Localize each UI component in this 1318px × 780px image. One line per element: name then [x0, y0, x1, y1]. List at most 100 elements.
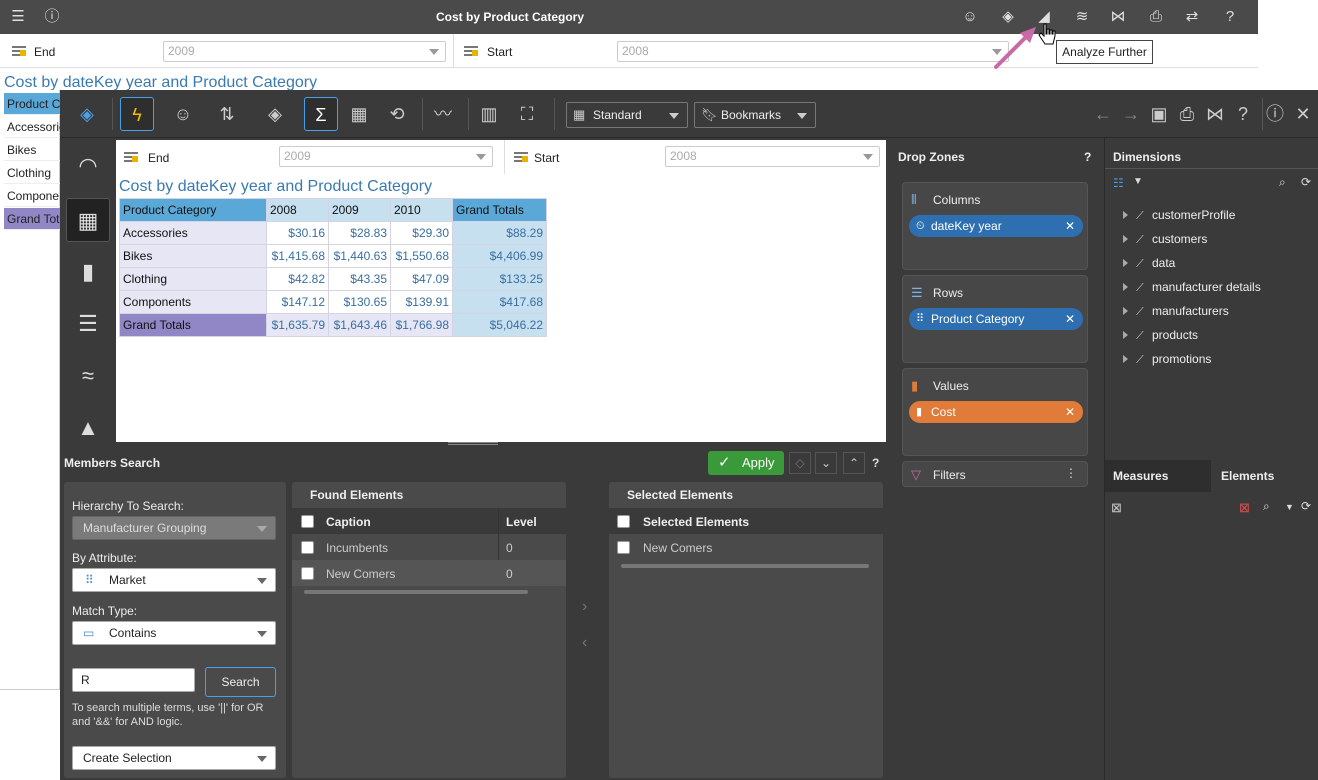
grid-row-label[interactable]: Bikes [119, 244, 267, 268]
horizontal-scrollbar[interactable] [304, 590, 528, 594]
forward-icon[interactable]: → [1116, 97, 1146, 131]
grid-cell[interactable]: $147.12 [266, 290, 329, 314]
dimension-item[interactable]: ⟋ manufacturers [1123, 304, 1229, 319]
grid-cell[interactable]: $42.82 [266, 267, 329, 291]
column-chart-icon[interactable]: ▮ [66, 250, 110, 294]
grid-icon[interactable]: ▦ [342, 97, 376, 131]
grid-total-cell[interactable]: $88.29 [452, 221, 547, 245]
row-checkbox[interactable] [301, 541, 314, 554]
dimension-pill[interactable]: ⠿ Product Category ✕ [909, 308, 1083, 330]
search-button[interactable]: Search [205, 667, 276, 697]
chevron-down-icon[interactable]: ⌄ [815, 452, 837, 474]
remove-icon[interactable]: ✕ [1065, 308, 1075, 330]
chevron-up-icon[interactable]: ⌃ [843, 452, 865, 474]
grid-cell[interactable]: $1,635.79 [266, 313, 329, 337]
filter-end-combo[interactable]: 2009 [163, 41, 446, 62]
grid-cell[interactable]: $30.16 [266, 221, 329, 245]
bar-chart-icon[interactable]: ☰ [66, 302, 110, 346]
refresh-icon[interactable]: ⟳ [1301, 499, 1311, 513]
remove-icon[interactable]: ✕ [1065, 401, 1075, 423]
create-selection-select[interactable]: Create Selection [72, 746, 276, 770]
filter-start-combo[interactable]: 2008 [665, 146, 880, 167]
refresh-icon[interactable]: ⟳ [1301, 175, 1311, 189]
sigma-icon[interactable]: Σ [304, 97, 338, 131]
grid-cell[interactable]: $130.65 [328, 290, 391, 314]
share-icon[interactable]: ⋈ [1200, 97, 1230, 131]
help-icon[interactable]: ? [1084, 150, 1091, 164]
splitter-handle[interactable] [448, 442, 498, 445]
collapse-icon[interactable]: ⊠ [1111, 500, 1122, 516]
grid-column-header[interactable]: 2010 [390, 198, 453, 222]
grid-cell[interactable]: $1,766.98 [390, 313, 453, 337]
chevron-down-icon[interactable]: ▼ [1133, 176, 1143, 187]
line-icon[interactable]: ≈ [66, 354, 110, 398]
transform-icon[interactable]: ⟲ [380, 97, 414, 131]
match-type-select[interactable]: ▭ Contains [72, 621, 276, 645]
fit-icon[interactable]: ⛶ [510, 97, 544, 131]
back-icon[interactable]: ← [1088, 97, 1118, 131]
filter-start-combo[interactable]: 2008 [617, 41, 1009, 62]
close-icon[interactable]: ✕ [1288, 97, 1318, 131]
grid-row-label[interactable]: Components [119, 290, 267, 314]
dimension-item[interactable]: ⟋ customerProfile [1123, 208, 1235, 223]
grid-total-cell[interactable]: $4,406.99 [452, 244, 547, 268]
dimension-item[interactable]: ⟋ promotions [1123, 352, 1211, 367]
tab-measures[interactable]: Measures [1105, 460, 1211, 492]
tab-elements[interactable]: Elements [1211, 460, 1318, 492]
lightning-icon[interactable]: ϟ [120, 97, 154, 131]
grid-column-header[interactable]: 2009 [328, 198, 391, 222]
grid-total-cell[interactable]: $133.25 [452, 267, 547, 291]
dimension-item[interactable]: ⟋ products [1123, 328, 1198, 343]
grid-row-label[interactable]: Grand Totals [119, 313, 267, 337]
area-icon[interactable]: ▲ [66, 406, 110, 442]
grid-total-header[interactable]: Grand Totals [452, 198, 547, 222]
search-icon[interactable]: ⌕ [1263, 499, 1270, 514]
grid-total-cell[interactable]: $417.68 [452, 290, 547, 314]
values-zone[interactable]: ▮ Values ▮ Cost ✕ [902, 368, 1088, 456]
grid-cell[interactable]: $1,643.46 [328, 313, 391, 337]
bookmarks-dropdown[interactable]: 🔖︎ Bookmarks [694, 102, 816, 128]
select-all-checkbox[interactable] [617, 515, 630, 528]
search-icon[interactable]: ⌕ [1279, 175, 1286, 190]
line-chart-icon[interactable]: 〰 [426, 97, 460, 131]
row-checkbox[interactable] [301, 567, 314, 580]
grid-cell[interactable]: $139.91 [390, 290, 453, 314]
remove-icon[interactable]: ✕ [1065, 215, 1075, 237]
grid-cell[interactable]: $1,440.63 [328, 244, 391, 268]
selected-column-header[interactable]: Selected Elements [643, 515, 749, 529]
grid-column-header[interactable]: 2008 [266, 198, 329, 222]
rows-zone[interactable]: ☰ Rows ⠿ Product Category ✕ [902, 275, 1088, 363]
help-icon[interactable]: ? [872, 456, 879, 470]
columns-zone[interactable]: ⦀ Columns ⏲ dateKey year ✕ [902, 182, 1088, 270]
convert-icon[interactable]: ⇄ [1182, 7, 1202, 27]
grid-cell[interactable]: $1,550.68 [390, 244, 453, 268]
apply-button[interactable]: ✓ Apply [708, 451, 784, 475]
grid-total-cell[interactable]: $5,046.22 [452, 313, 547, 337]
move-left-icon[interactable]: ‹ [582, 634, 587, 652]
grid-cell[interactable]: $43.35 [328, 267, 391, 291]
discover-icon[interactable]: ◈ [258, 97, 292, 131]
hierarchy-view-icon[interactable]: ☷ [1113, 176, 1124, 190]
hierarchy-select[interactable]: Manufacturer Grouping [72, 516, 276, 540]
caption-column-header[interactable]: Caption [326, 515, 371, 529]
clear-filter-icon[interactable]: ⊠ [1239, 500, 1250, 516]
dimension-item[interactable]: ⟋ manufacturer details [1123, 280, 1261, 295]
row-checkbox[interactable] [617, 541, 630, 554]
filters-zone[interactable]: ▽ Filters ⋮ [902, 461, 1088, 487]
share-icon[interactable]: ⋈ [1108, 7, 1128, 27]
horizontal-scrollbar[interactable] [621, 564, 869, 568]
more-icon[interactable]: ⋮ [1065, 466, 1077, 480]
grid-cell[interactable]: $28.83 [328, 221, 391, 245]
dimension-item[interactable]: ⟋ customers [1123, 232, 1207, 247]
view-mode-dropdown[interactable]: ▦ Standard [566, 102, 688, 128]
grid-row-label[interactable]: Accessories [119, 221, 267, 245]
grid-row-label[interactable]: Clothing [119, 267, 267, 291]
select-all-checkbox[interactable] [301, 515, 314, 528]
search-input[interactable]: R [72, 668, 195, 692]
grid-view-icon[interactable]: ▦ [66, 198, 110, 242]
grid-cell[interactable]: $29.30 [390, 221, 453, 245]
attribute-select[interactable]: ⠿ Market [72, 568, 276, 592]
help-icon[interactable]: ? [1228, 97, 1258, 131]
storyboard-icon[interactable]: ☺ [166, 97, 200, 131]
move-right-icon[interactable]: › [582, 598, 587, 616]
